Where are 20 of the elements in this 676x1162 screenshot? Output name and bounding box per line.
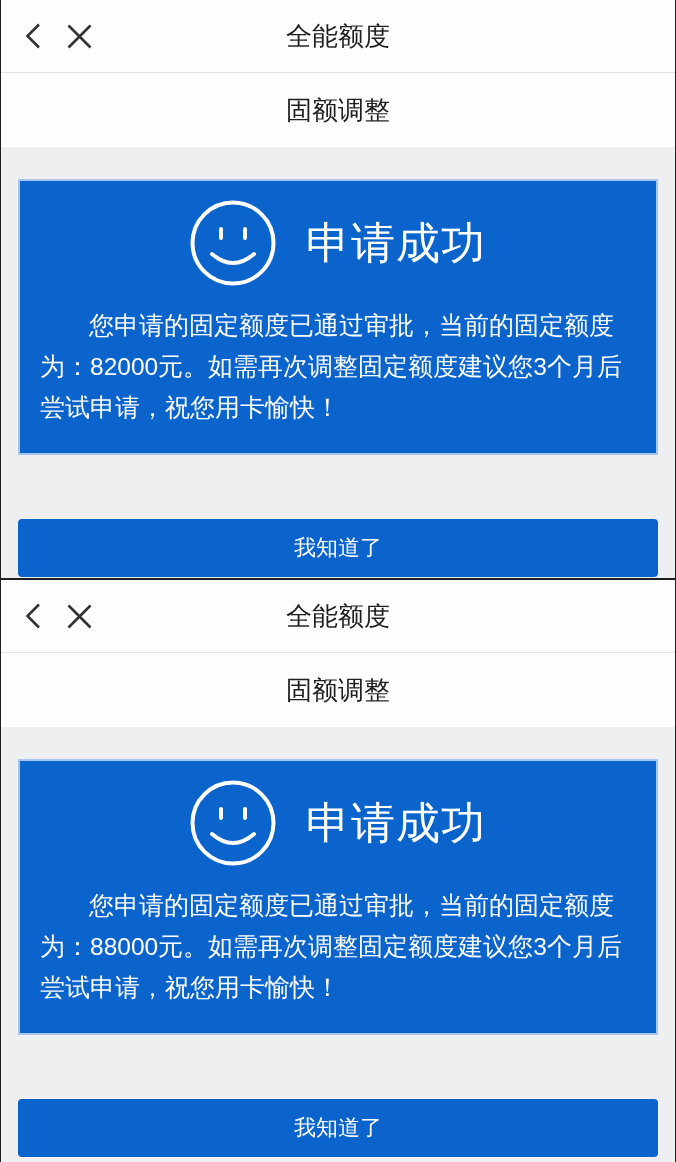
nav-title: 全能额度 <box>286 19 390 53</box>
result-message: 您申请的固定额度已通过审批，当前的固定额度为：88000元。如需再次调整固定额度建议您3个月后尝试申请，祝您用卡愉快！ <box>40 891 623 1003</box>
back-button[interactable] <box>25 23 41 49</box>
close-icon <box>67 603 92 629</box>
smiley-icon <box>190 200 276 286</box>
result-message: 您申请的固定额度已通过审批，当前的固定额度为：82000元。如需再次调整固定额度建议您3个月后尝试申请，祝您用卡愉快！ <box>40 311 623 423</box>
confirm-button[interactable]: 我知道了 <box>18 519 658 577</box>
nav-title: 全能额度 <box>286 599 390 633</box>
confirm-button[interactable]: 我知道了 <box>18 1099 658 1157</box>
close-button[interactable] <box>67 23 92 49</box>
smiley-icon <box>190 780 276 866</box>
back-icon <box>25 23 41 49</box>
subheader-title: 固额调整 <box>286 93 390 127</box>
close-icon <box>67 23 92 49</box>
back-button[interactable] <box>25 603 41 629</box>
subheader-title: 固额调整 <box>286 673 390 707</box>
close-button[interactable] <box>67 603 92 629</box>
back-icon <box>25 603 41 629</box>
result-title: 申请成功 <box>306 216 486 269</box>
result-title: 申请成功 <box>306 796 486 849</box>
